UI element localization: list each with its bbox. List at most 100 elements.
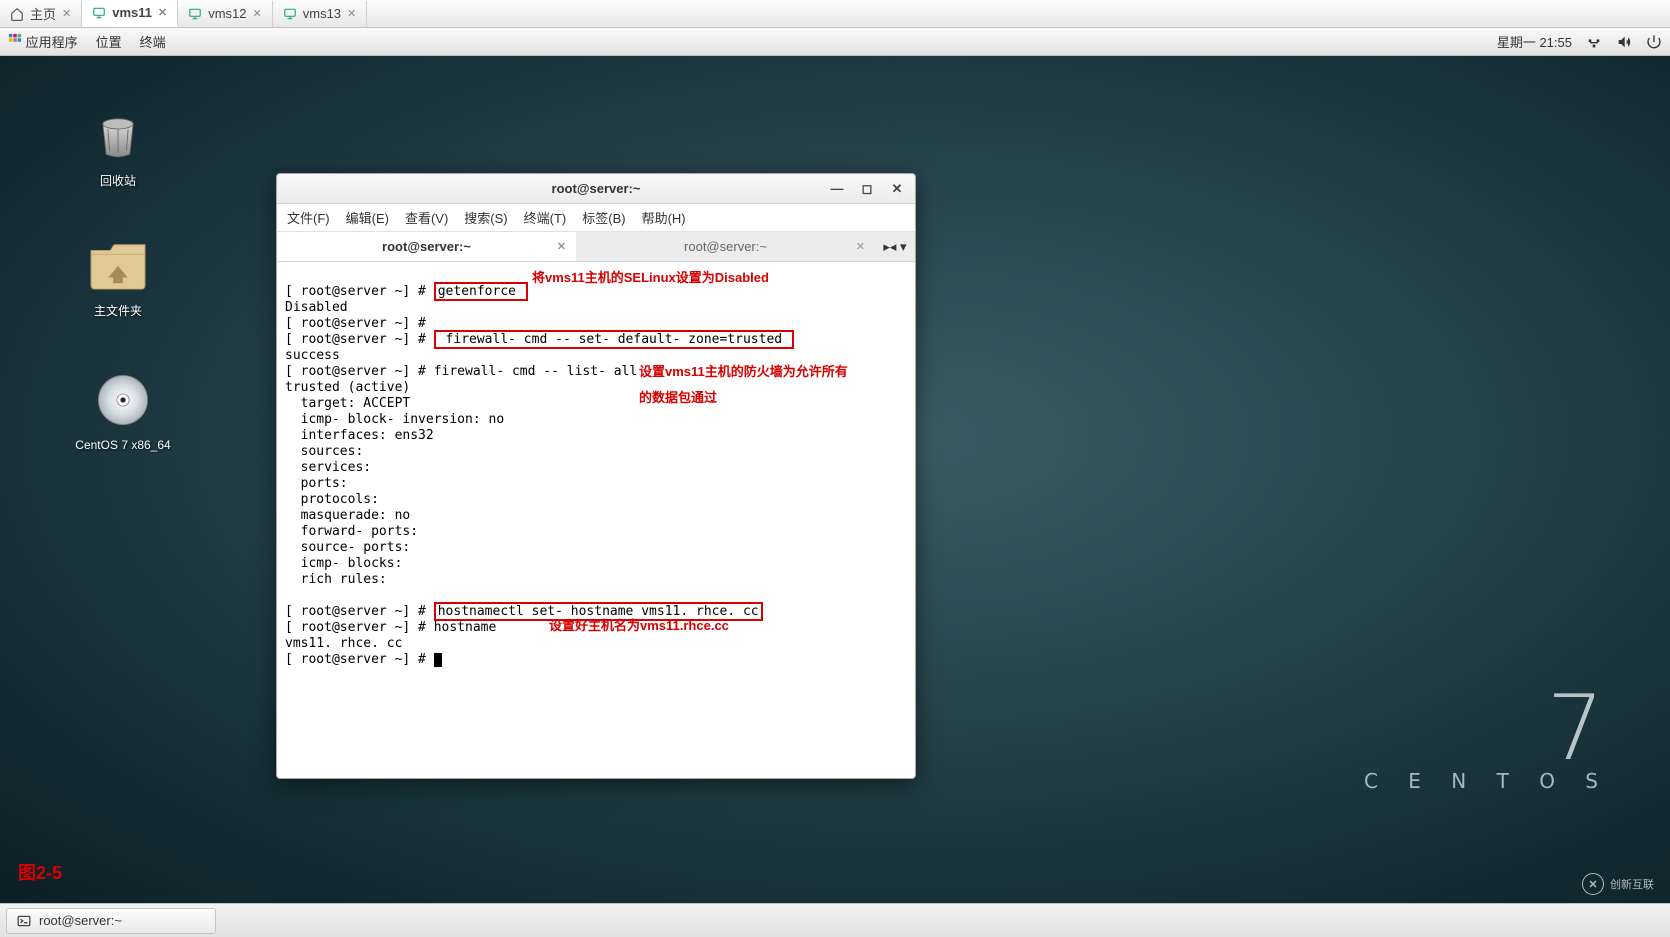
- terminal-add-tab[interactable]: ▸◂ ▾: [875, 232, 915, 261]
- network-icon[interactable]: [1586, 34, 1602, 50]
- term-line: interfaces: ens32: [285, 428, 434, 443]
- monitor-icon: [283, 7, 297, 21]
- term-line: trusted (active): [285, 380, 410, 395]
- desktop-icon-home[interactable]: 主文件夹: [68, 232, 168, 319]
- term-line: sources:: [285, 444, 363, 459]
- close-icon[interactable]: ✕: [253, 7, 262, 20]
- close-icon[interactable]: ✕: [347, 7, 356, 20]
- term-line: ports:: [285, 476, 348, 491]
- terminal-tab-1[interactable]: root@server:~ ✕: [576, 232, 875, 261]
- apps-icon: [8, 33, 22, 47]
- terminal-menubar: 文件(F) 编辑(E) 查看(V) 搜索(S) 终端(T) 标签(B) 帮助(H…: [277, 204, 915, 232]
- vm-tab-vms12[interactable]: vms12 ✕: [178, 1, 273, 27]
- panel-terminal[interactable]: 终端: [140, 32, 166, 51]
- home-icon: [10, 7, 24, 21]
- term-line: [ root@server ~] #: [285, 316, 426, 331]
- term-line: services:: [285, 460, 371, 475]
- terminal-tab-0[interactable]: root@server:~ ✕: [277, 232, 576, 261]
- vm-tab-vms11[interactable]: vms11 ✕: [82, 1, 178, 27]
- disc-icon: [91, 368, 155, 432]
- power-icon[interactable]: [1646, 34, 1662, 50]
- panel-applications[interactable]: 应用程序: [8, 32, 78, 51]
- desktop-icon-trash[interactable]: 回收站: [68, 102, 168, 189]
- terminal-titlebar[interactable]: root@server:~ — ◻ ✕: [277, 174, 915, 204]
- desktop-icon-label: CentOS 7 x86_64: [68, 438, 178, 452]
- minimize-button[interactable]: —: [827, 179, 847, 199]
- menu-terminal[interactable]: 终端(T): [524, 208, 567, 227]
- terminal-tab-label: root@server:~: [684, 239, 767, 254]
- annotation-selinux: 将vms11主机的SELinux设置为Disabled: [532, 270, 769, 286]
- gnome-top-panel: 应用程序 位置 终端 星期一 21:55: [0, 28, 1670, 56]
- menu-edit[interactable]: 编辑(E): [346, 208, 389, 227]
- term-line: icmp- block- inversion: no: [285, 412, 504, 427]
- term-line: forward- ports:: [285, 524, 418, 539]
- vm-tab-label: vms13: [303, 6, 341, 21]
- cursor-icon: [434, 653, 442, 667]
- taskbar-item-terminal[interactable]: root@server:~: [6, 908, 216, 934]
- panel-clock[interactable]: 星期一 21:55: [1497, 32, 1572, 51]
- vm-tab-bar: 主页 ✕ vms11 ✕ vms12 ✕ vms13 ✕: [0, 0, 1670, 28]
- menu-help[interactable]: 帮助(H): [642, 208, 686, 227]
- term-line: [ root@server ~] #: [285, 604, 434, 619]
- cmd-firewall-set: firewall- cmd -- set- default- zone=trus…: [434, 330, 794, 349]
- taskbar-item-label: root@server:~: [39, 913, 122, 928]
- close-icon[interactable]: ✕: [557, 240, 566, 253]
- term-line: vms11. rhce. cc: [285, 636, 402, 651]
- desktop-icon-label: 主文件夹: [68, 302, 168, 319]
- gnome-taskbar: root@server:~: [0, 903, 1670, 937]
- vm-tab-home[interactable]: 主页 ✕: [0, 1, 82, 27]
- desktop-icon-dvd[interactable]: CentOS 7 x86_64: [68, 368, 178, 452]
- terminal-tabbar: root@server:~ ✕ root@server:~ ✕ ▸◂ ▾: [277, 232, 915, 262]
- maximize-button[interactable]: ◻: [857, 179, 877, 199]
- term-line: icmp- blocks:: [285, 556, 402, 571]
- menu-tabs[interactable]: 标签(B): [582, 208, 625, 227]
- vm-tab-label: vms11: [112, 5, 152, 20]
- centos-seven: 7: [1364, 688, 1610, 769]
- watermark-icon: ✕: [1582, 873, 1604, 895]
- panel-places[interactable]: 位置: [96, 32, 122, 51]
- term-line: protocols:: [285, 492, 379, 507]
- terminal-tab-label: root@server:~: [382, 239, 471, 254]
- desktop-icon-label: 回收站: [68, 172, 168, 189]
- term-line: [ root@server ~] #: [285, 332, 434, 347]
- terminal-icon: [17, 914, 31, 928]
- folder-home-icon: [86, 232, 150, 296]
- term-line: Disabled: [285, 300, 348, 315]
- term-line: [ root@server ~] #: [285, 284, 434, 299]
- menu-search[interactable]: 搜索(S): [464, 208, 507, 227]
- close-icon[interactable]: ✕: [158, 6, 167, 19]
- close-icon[interactable]: ✕: [856, 240, 865, 253]
- trash-icon: [86, 102, 150, 166]
- monitor-icon: [188, 7, 202, 21]
- vm-tab-vms13[interactable]: vms13 ✕: [273, 1, 368, 27]
- term-line: rich rules:: [285, 572, 387, 587]
- menu-view[interactable]: 查看(V): [405, 208, 448, 227]
- close-icon[interactable]: ✕: [62, 7, 71, 20]
- watermark: ✕ 创新互联: [1582, 873, 1654, 895]
- term-line: masquerade: no: [285, 508, 410, 523]
- cmd-getenforce: getenforce: [434, 282, 528, 301]
- menu-file[interactable]: 文件(F): [287, 208, 330, 227]
- terminal-window: root@server:~ — ◻ ✕ 文件(F) 编辑(E) 查看(V) 搜索…: [276, 173, 916, 779]
- term-line: [ root@server ~] # hostname: [285, 620, 496, 635]
- figure-label: 图2-5: [18, 859, 62, 885]
- term-line: [ root@server ~] #: [285, 652, 434, 667]
- term-line: success: [285, 348, 340, 363]
- annotation-firewall-2: 的数据包通过: [639, 390, 717, 406]
- watermark-text: 创新互联: [1610, 876, 1654, 892]
- vm-tab-home-label: 主页: [30, 4, 56, 23]
- monitor-icon: [92, 6, 106, 20]
- centos-brand: 7 C E N T O S: [1364, 688, 1610, 793]
- centos-word: C E N T O S: [1364, 769, 1610, 793]
- term-line: target: ACCEPT: [285, 396, 410, 411]
- term-line: [ root@server ~] # firewall- cmd -- list…: [285, 364, 637, 379]
- terminal-body[interactable]: [ root@server ~] # getenforce Disabled […: [277, 262, 915, 778]
- vm-tab-label: vms12: [208, 6, 246, 21]
- annotation-hostname: 设置好主机名为vms11.rhce.cc: [549, 618, 729, 634]
- terminal-title-text: root@server:~: [552, 181, 641, 196]
- close-button[interactable]: ✕: [887, 179, 907, 199]
- term-line: source- ports:: [285, 540, 410, 555]
- panel-applications-label: 应用程序: [26, 35, 78, 50]
- desktop: 回收站 主文件夹 CentOS 7 x86_64 root@server:~ —…: [0, 56, 1670, 903]
- volume-icon[interactable]: [1616, 34, 1632, 50]
